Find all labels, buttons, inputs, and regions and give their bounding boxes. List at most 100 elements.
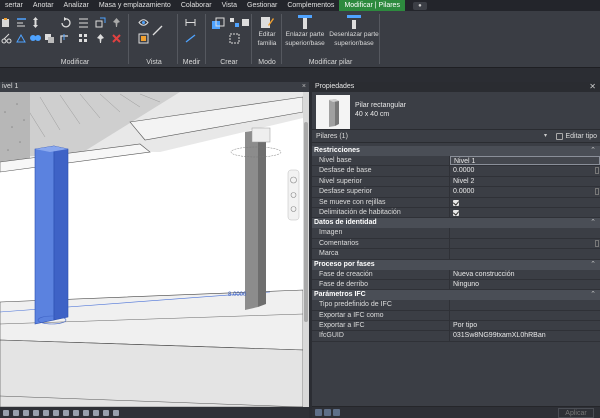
property-value[interactable] xyxy=(450,208,600,217)
property-value[interactable]: Nivel 2 xyxy=(450,177,600,186)
3d-model-view[interactable]: 8.0000 xyxy=(0,92,303,407)
property-value[interactable]: Por tipo xyxy=(450,321,600,330)
sun-path-icon[interactable] xyxy=(33,409,39,416)
split-icon[interactable] xyxy=(78,17,89,28)
collapse-icon[interactable]: ⌃ xyxy=(590,260,596,270)
property-value[interactable] xyxy=(450,249,600,258)
property-value[interactable] xyxy=(450,239,600,248)
property-section-header[interactable]: Restricciones ⌃ xyxy=(312,146,600,156)
crop-view-icon[interactable] xyxy=(63,409,69,416)
offset-icon[interactable] xyxy=(16,33,27,44)
collapse-icon[interactable]: ⌃ xyxy=(590,146,596,156)
detach-top-base-button[interactable]: Desenlazar parte superior/base xyxy=(329,14,379,48)
property-value[interactable] xyxy=(450,311,600,320)
scale-icon[interactable] xyxy=(95,17,106,28)
property-row: Delimitación de habitación xyxy=(312,207,600,219)
move-icon[interactable] xyxy=(30,17,41,28)
edit-value-icon[interactable] xyxy=(595,167,599,175)
mirror-icon[interactable] xyxy=(30,33,41,44)
lock-view-icon[interactable] xyxy=(83,409,89,416)
linework-icon[interactable] xyxy=(152,25,163,36)
temporary-hide-icon[interactable] xyxy=(93,409,99,416)
edit-type-button[interactable]: Editar tipo xyxy=(556,133,597,140)
edit-family-button[interactable]: Editar familia xyxy=(253,14,281,48)
apply-button[interactable]: Aplicar xyxy=(558,408,594,418)
menu-tab[interactable]: Masa y emplazamiento xyxy=(94,0,176,11)
menu-tab[interactable]: Vista xyxy=(217,0,242,11)
property-value[interactable]: Nueva construcción xyxy=(450,270,600,279)
visual-style-icon[interactable] xyxy=(23,409,29,416)
trim-icon[interactable] xyxy=(60,33,71,44)
menu-tab[interactable]: Modificar | Pilares xyxy=(339,0,405,11)
navigation-bar[interactable] xyxy=(287,169,300,221)
render-icon[interactable] xyxy=(53,409,59,416)
project-browser-icon[interactable] xyxy=(324,409,331,416)
create-parts-icon[interactable] xyxy=(229,17,240,28)
property-value[interactable] xyxy=(450,198,600,207)
array-icon[interactable] xyxy=(78,33,89,44)
create-similar-icon[interactable] xyxy=(240,17,251,28)
checkbox[interactable] xyxy=(453,209,459,216)
view-tab[interactable]: ivel 1 × xyxy=(0,82,309,92)
unpin-icon[interactable] xyxy=(111,17,122,28)
camera-icon[interactable]: ● xyxy=(412,1,427,10)
system-browser-icon[interactable] xyxy=(333,409,340,416)
dimension-text[interactable]: 8.0000 xyxy=(228,292,247,298)
hide-element-icon[interactable] xyxy=(138,17,149,28)
reveal-hidden-icon[interactable] xyxy=(103,409,109,416)
close-icon[interactable]: ✕ xyxy=(589,82,596,92)
detail-level-icon[interactable] xyxy=(13,409,19,416)
properties-help-icon[interactable] xyxy=(315,409,322,416)
scale-icon[interactable] xyxy=(3,409,9,416)
align-icon[interactable] xyxy=(16,17,27,28)
group-label-modo: Modo xyxy=(258,59,276,66)
property-value[interactable] xyxy=(450,228,600,237)
3d-viewport[interactable]: 8.0000 xyxy=(0,92,303,407)
type-selector[interactable]: Pilar rectangular 40 x 40 cm xyxy=(312,92,600,130)
menu-tab[interactable]: Colaborar xyxy=(176,0,217,11)
edit-value-icon[interactable] xyxy=(595,239,599,247)
property-section-header[interactable]: Proceso por fases ⌃ xyxy=(312,259,600,270)
property-row: Exportar a IFC Por tipo xyxy=(312,321,600,332)
property-value[interactable] xyxy=(450,300,600,309)
property-value[interactable]: 0.0000 xyxy=(450,187,600,196)
measure-icon[interactable] xyxy=(185,17,196,28)
close-icon[interactable]: × xyxy=(302,82,306,92)
worksharing-icon[interactable] xyxy=(113,409,119,416)
chevron-down-icon[interactable]: ▾ xyxy=(544,132,547,139)
menu-tab[interactable]: sertar xyxy=(0,0,28,11)
property-value[interactable]: Ninguno xyxy=(450,280,600,289)
cut-icon[interactable] xyxy=(1,33,12,44)
property-section-header[interactable]: Datos de identidad ⌃ xyxy=(312,218,600,229)
scrollbar-thumb[interactable] xyxy=(304,122,308,322)
property-value[interactable]: 031Sw8NG99txamXL0hRBan xyxy=(450,331,600,340)
property-value[interactable]: 0.0000 xyxy=(450,166,600,175)
rotate-icon[interactable] xyxy=(60,17,71,28)
menu-tab[interactable]: Analizar xyxy=(59,0,94,11)
attach-top-base-button[interactable]: Enlazar parte superior/base xyxy=(283,14,327,48)
delete-icon[interactable] xyxy=(111,33,122,44)
edit-value-icon[interactable] xyxy=(595,188,599,196)
selected-column[interactable] xyxy=(34,145,55,325)
copy-icon[interactable] xyxy=(44,33,55,44)
create-group-icon[interactable] xyxy=(229,33,240,44)
group-label-medir: Medir xyxy=(182,59,201,66)
paste-icon[interactable] xyxy=(1,17,12,28)
vertical-scrollbar[interactable] xyxy=(303,92,309,407)
override-graphics-icon[interactable] xyxy=(138,33,149,44)
instance-filter[interactable]: Pilares (1) xyxy=(316,133,348,140)
property-section-header[interactable]: Parámetros IFC ⌃ xyxy=(312,290,600,301)
property-value[interactable]: Nivel 1 xyxy=(450,156,600,166)
menu-tab[interactable]: Anotar xyxy=(28,0,59,11)
collapse-icon[interactable]: ⌃ xyxy=(590,218,596,228)
pin-icon[interactable] xyxy=(95,33,106,44)
viewcube-icon[interactable] xyxy=(251,127,271,143)
shadows-icon[interactable] xyxy=(43,409,49,416)
collapse-icon[interactable]: ⌃ xyxy=(590,290,596,300)
show-crop-icon[interactable] xyxy=(73,409,79,416)
menu-tab[interactable]: Gestionar xyxy=(242,0,282,11)
dimension-icon[interactable] xyxy=(185,33,196,44)
checkbox[interactable] xyxy=(453,199,459,206)
create-assembly-icon[interactable] xyxy=(211,17,225,31)
menu-tab[interactable]: Complementos xyxy=(282,0,339,11)
